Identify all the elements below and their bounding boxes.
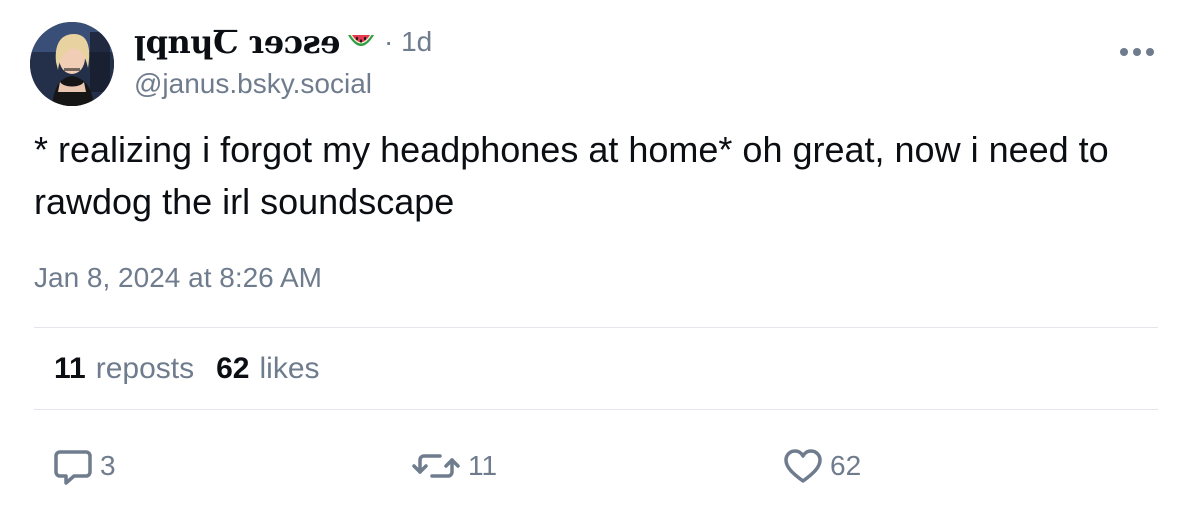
likes-stat[interactable]: 62 likes [216, 352, 319, 386]
likes-count: 62 [216, 352, 250, 385]
repost-count: 11 [468, 450, 498, 481]
display-name[interactable]: ꞁqnɥꞆ ɿɘɔƨɘ [134, 23, 340, 61]
reply-count: 3 [100, 450, 116, 481]
relative-time: · 1d [383, 26, 433, 57]
author-handle[interactable]: @janus.bsky.social [134, 68, 372, 100]
reposts-count: 11 [54, 352, 86, 385]
reposts-stat[interactable]: 11 reposts [54, 352, 194, 386]
post-timestamp: Jan 8, 2024 at 8:26 AM [34, 262, 322, 293]
like-count: 62 [830, 450, 862, 481]
engagement-stats: 11 reposts 62 likes [54, 352, 320, 386]
speech-bubble-icon [54, 450, 92, 485]
repost-button[interactable]: 11 [410, 446, 497, 486]
reply-button[interactable]: 3 [52, 446, 116, 486]
more-options-button[interactable] [1118, 42, 1158, 62]
divider-bottom [34, 409, 1158, 410]
likes-label: likes [259, 352, 320, 385]
more-horizontal-icon [1120, 48, 1154, 56]
watermelon-icon [346, 31, 376, 53]
repost-arrows-icon [412, 454, 460, 478]
avatar[interactable] [30, 22, 114, 106]
avatar-image [30, 22, 114, 106]
reposts-label: reposts [95, 352, 195, 385]
like-button[interactable]: 62 [782, 446, 861, 486]
post-text: * realizing i forgot my headphones at ho… [34, 129, 1109, 222]
author-header: ꞁqnɥꞆ ɿɘɔƨɘ · 1d [134, 22, 432, 62]
heart-icon [784, 449, 822, 483]
post-card: ꞁqnɥꞆ ɿɘɔƨɘ · 1d @janus.bsky.social * re… [0, 0, 1196, 508]
divider-top [34, 327, 1158, 328]
